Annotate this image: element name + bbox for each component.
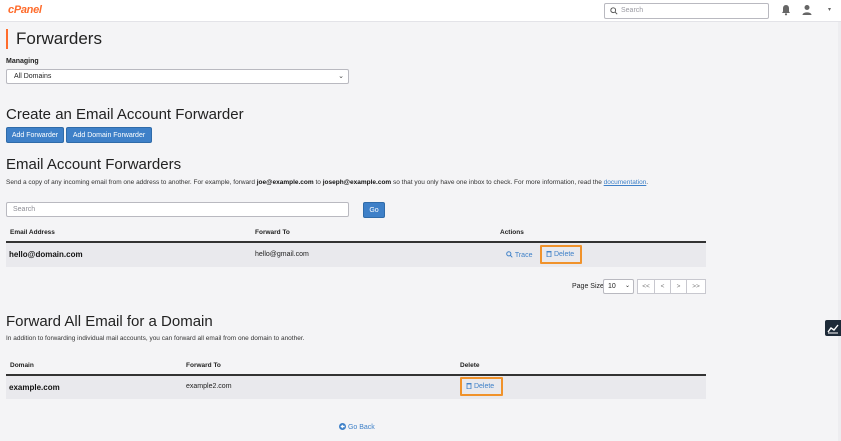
desc-text: .	[646, 179, 649, 186]
trash-icon	[466, 383, 472, 390]
row-forward-to: hello@gmail.com	[255, 251, 309, 258]
go-back-link[interactable]: Go Back	[339, 423, 375, 431]
page-size-value: 10	[608, 283, 616, 290]
create-forwarder-heading: Create an Email Account Forwarder	[6, 106, 244, 123]
user-icon[interactable]	[802, 4, 812, 16]
page-size-select[interactable]: 10 ⌄	[603, 279, 634, 294]
managing-label: Managing	[6, 58, 39, 65]
email-forwarders-description: Send a copy of any incoming email from o…	[6, 179, 648, 186]
desc-text: so that you only have one inbox to check…	[391, 179, 604, 186]
go-button[interactable]: Go	[363, 202, 385, 218]
desc-example-to: joseph@example.com	[322, 179, 392, 186]
row-email-address: hello@domain.com	[9, 250, 83, 259]
search-icon	[506, 251, 513, 258]
delete-label: Delete	[473, 383, 495, 390]
email-forwarders-heading: Email Account Forwarders	[6, 156, 182, 173]
column-header-forward-to[interactable]: Forward To	[255, 229, 290, 236]
desc-text: Send a copy of any incoming email from o…	[6, 179, 257, 186]
chevron-down-icon: ⌄	[338, 73, 344, 80]
column-header-forward-to[interactable]: Forward To	[186, 362, 221, 369]
arrow-left-circle-icon	[339, 423, 346, 430]
documentation-link[interactable]: documentation	[604, 179, 647, 186]
desc-text: to	[313, 179, 323, 186]
forwarders-search-input[interactable]: Search	[6, 202, 349, 217]
stats-panel-toggle[interactable]	[825, 320, 841, 336]
managing-domain-select[interactable]: All Domains ⌄	[6, 69, 349, 84]
row-forward-to: example2.com	[186, 383, 232, 390]
delete-label: Delete	[553, 251, 575, 258]
go-back-label: Go Back	[347, 424, 375, 431]
trash-icon	[546, 251, 552, 258]
search-placeholder: Search	[13, 206, 36, 213]
domain-forwarders-description: In addition to forwarding individual mai…	[6, 335, 305, 342]
add-forwarder-button[interactable]: Add Forwarder	[6, 127, 64, 143]
table-row	[6, 376, 706, 399]
trace-link[interactable]: Trace	[506, 251, 532, 259]
bell-icon[interactable]	[781, 4, 791, 16]
pager-last-button[interactable]: >>	[686, 279, 706, 294]
delete-domain-forwarder-button[interactable]: Delete	[460, 377, 503, 396]
global-search-input[interactable]: Search	[604, 3, 769, 19]
page-title: Forwarders	[6, 29, 102, 49]
add-domain-forwarder-button[interactable]: Add Domain Forwarder	[66, 127, 152, 143]
column-header-email[interactable]: Email Address	[10, 229, 55, 236]
page-size-label: Page Size	[572, 283, 604, 290]
chevron-down-icon: ⌄	[624, 283, 630, 289]
table-row	[6, 243, 706, 267]
cpanel-logo[interactable]: cPanel	[8, 4, 42, 16]
pager-first-button[interactable]: <<	[637, 279, 655, 294]
delete-forwarder-button[interactable]: Delete	[540, 245, 582, 264]
top-bar: cPanel Search ▾	[0, 0, 841, 22]
row-domain: example.com	[9, 383, 60, 392]
pager-next-button[interactable]: >	[670, 279, 687, 294]
desc-example-from: joe@example.com	[256, 179, 314, 186]
global-search-placeholder: Search	[621, 7, 644, 14]
managing-selected-value: All Domains	[14, 73, 52, 80]
domain-forwarders-heading: Forward All Email for a Domain	[6, 313, 213, 330]
column-header-domain[interactable]: Domain	[10, 362, 34, 369]
search-icon	[610, 7, 618, 15]
column-header-delete: Delete	[460, 362, 480, 369]
column-header-actions: Actions	[500, 229, 524, 236]
pager-prev-button[interactable]: <	[654, 279, 671, 294]
chart-icon	[827, 324, 839, 334]
chevron-down-icon[interactable]: ▾	[828, 6, 831, 13]
trace-label: Trace	[514, 252, 533, 259]
